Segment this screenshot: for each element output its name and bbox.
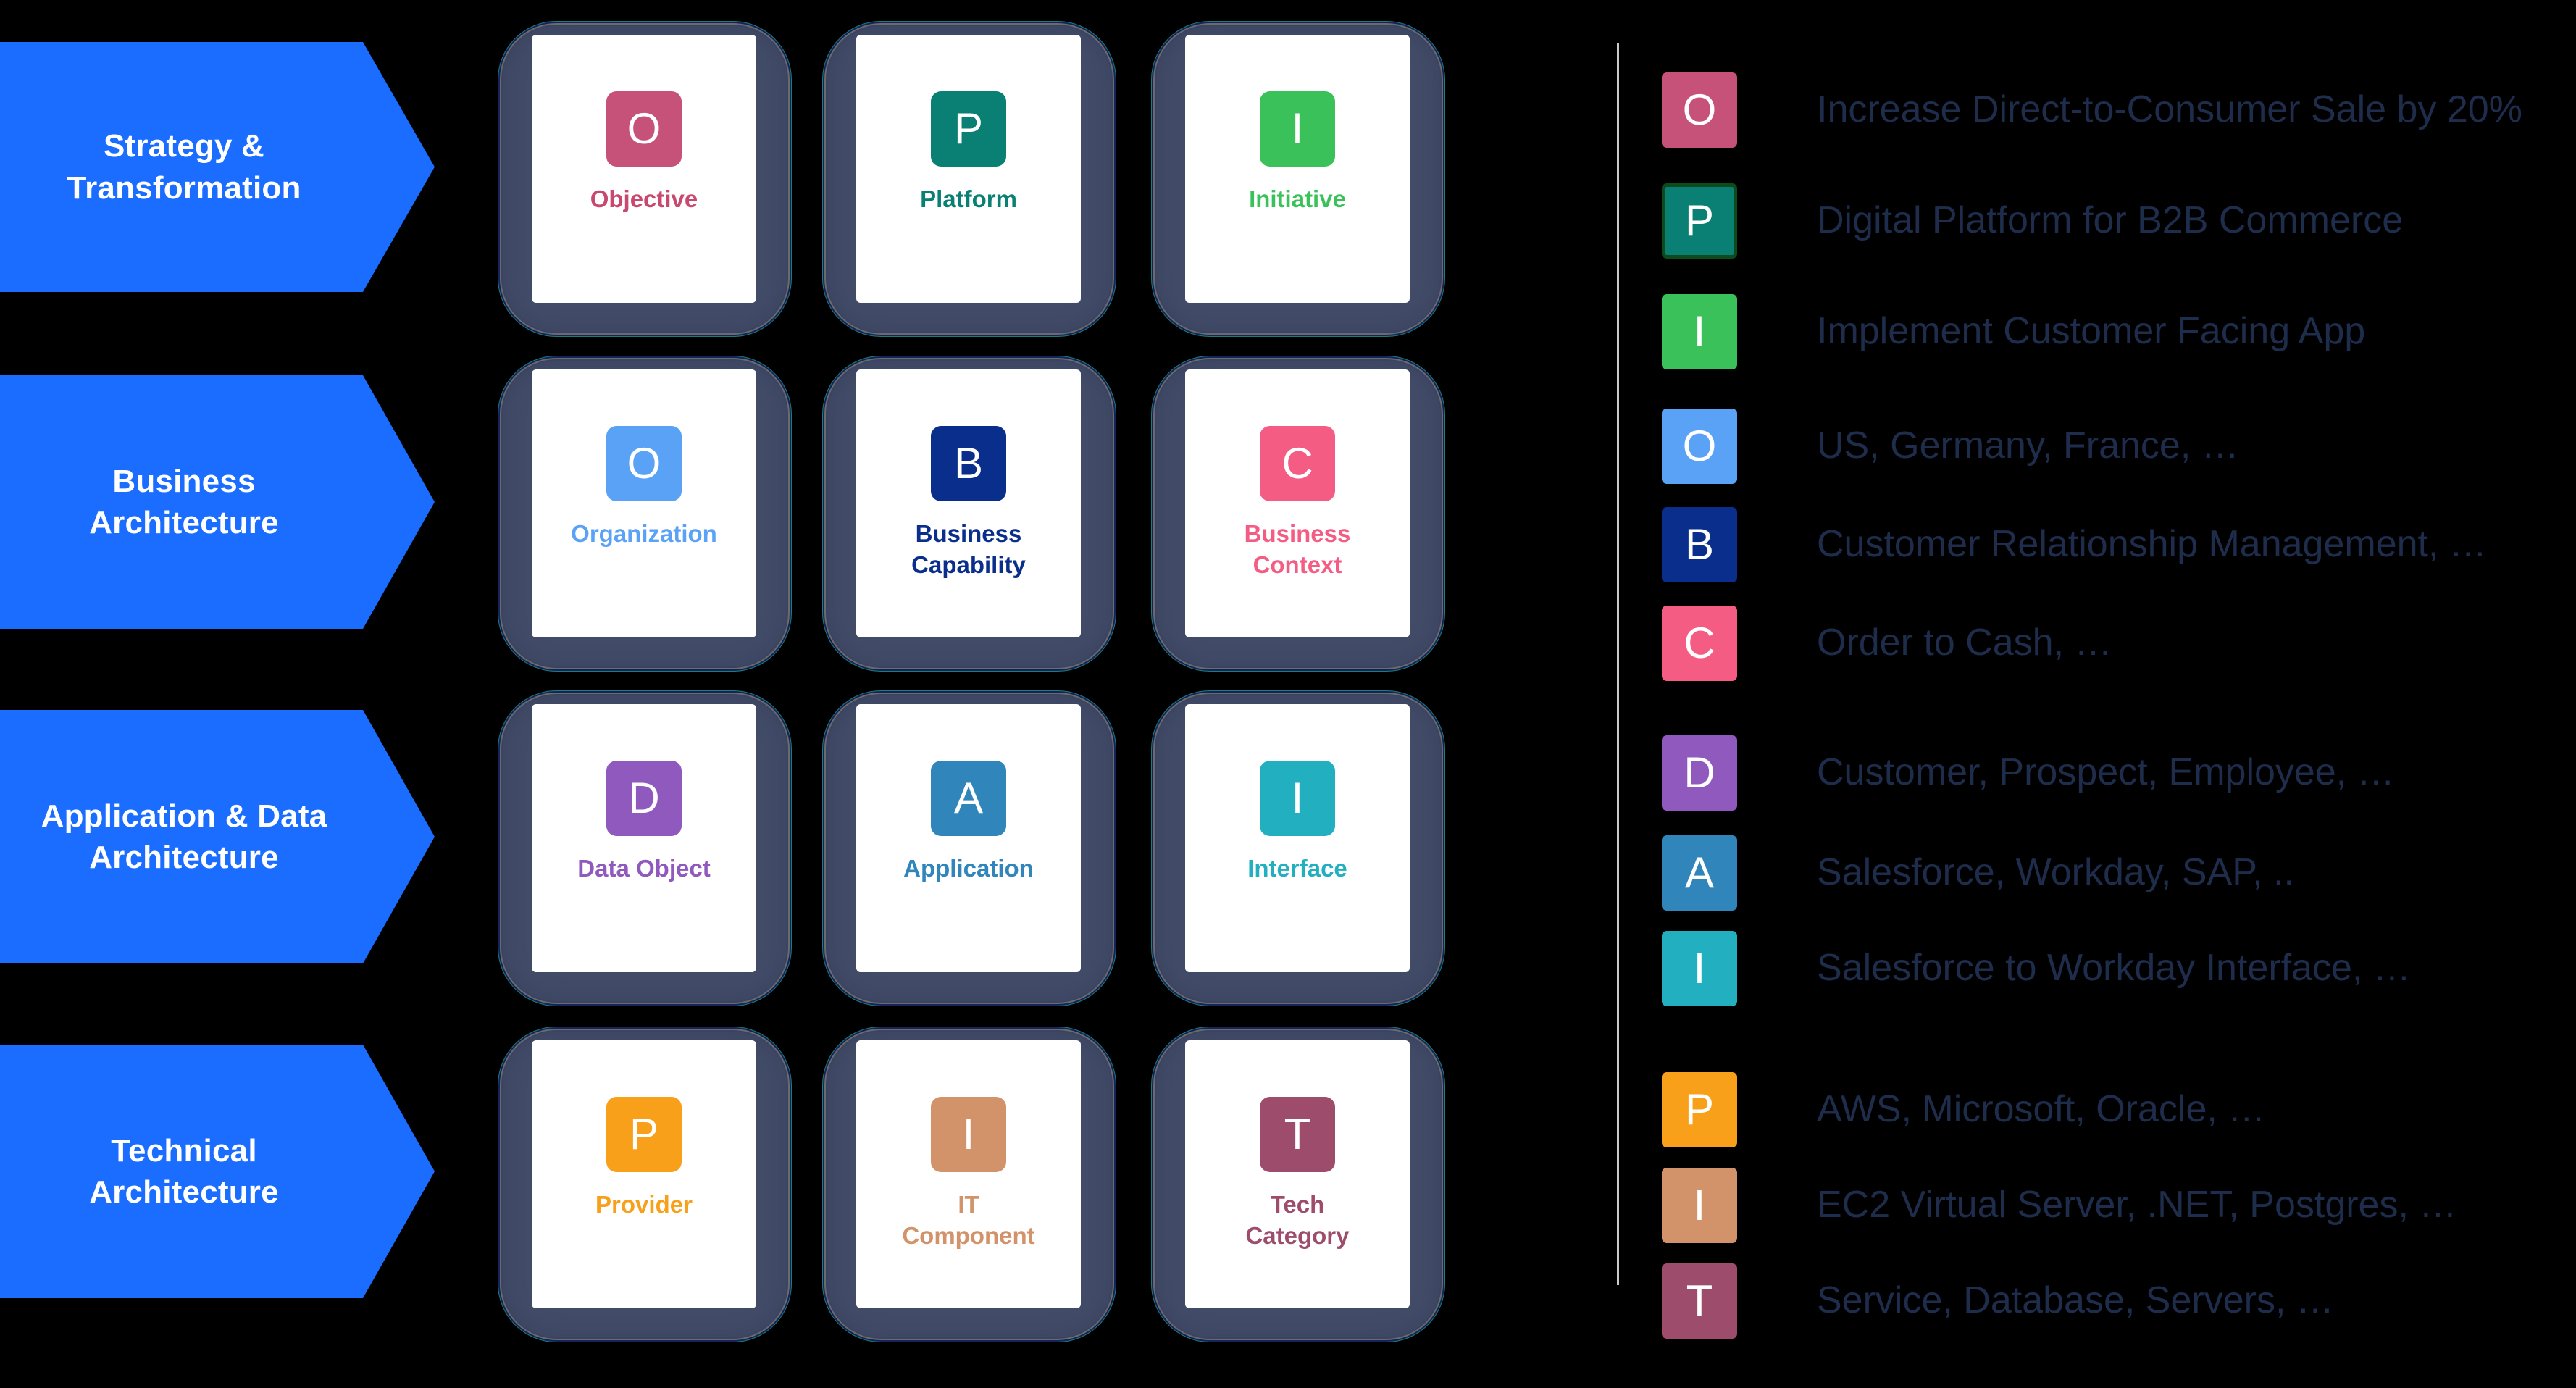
legend-item[interactable]: I EC2 Virtual Server, .NET, Postgres, …: [1662, 1168, 2456, 1243]
tech-category-badge-icon: T: [1260, 1097, 1335, 1172]
legend-item[interactable]: D Customer, Prospect, Employee, …: [1662, 735, 2395, 811]
card-cell[interactable]: T Tech Category: [1153, 1029, 1443, 1340]
legend-item[interactable]: C Order to Cash, …: [1662, 606, 2112, 681]
layer-arrow-label: Technical Architecture: [89, 1132, 279, 1210]
legend-item-label: Service, Database, Servers, …: [1817, 1279, 2334, 1322]
card-cell[interactable]: A Application: [824, 693, 1114, 1004]
organization-badge-icon: O: [606, 426, 682, 501]
legend-badge-icon: A: [1662, 835, 1737, 911]
legend-badge-icon: I: [1662, 294, 1737, 369]
layer-arrow-column: Strategy & Transformation Business Archi…: [0, 0, 449, 1388]
legend-badge-icon: B: [1662, 507, 1737, 582]
card-label: Data Object: [577, 855, 711, 882]
layer-arrow-label: Strategy & Transformation: [67, 128, 301, 206]
object-card-business-context[interactable]: C Business Context: [1185, 369, 1410, 637]
card-label: Platform: [920, 185, 1017, 212]
legend-badge-icon: P: [1662, 183, 1737, 259]
card-cell[interactable]: B Business Capability: [824, 358, 1114, 669]
layer-arrow-strategy-transformation[interactable]: Strategy & Transformation: [0, 42, 435, 292]
card-cell[interactable]: P Provider: [500, 1029, 790, 1340]
card-cell[interactable]: I Interface: [1153, 693, 1443, 1004]
legend-item[interactable]: O US, Germany, France, …: [1662, 409, 2239, 484]
application-badge-icon: A: [931, 761, 1006, 836]
legend-item-label: Salesforce to Workday Interface, …: [1817, 947, 2411, 990]
layer-arrow-label: Business Architecture: [89, 463, 279, 540]
object-card-objective[interactable]: O Objective: [532, 35, 756, 303]
card-label: Objective: [590, 185, 698, 212]
legend-badge-icon: O: [1662, 72, 1737, 148]
layer-arrow-technical-architecture[interactable]: Technical Architecture: [0, 1045, 435, 1298]
layer-arrow-application-data-architecture[interactable]: Application & Data Architecture: [0, 710, 435, 963]
legend-divider: [1617, 43, 1619, 1285]
legend-item-label: Salesforce, Workday, SAP, ..: [1817, 851, 2294, 894]
card-cell[interactable]: D Data Object: [500, 693, 790, 1004]
card-cell[interactable]: C Business Context: [1153, 358, 1443, 669]
object-card-business-capability[interactable]: B Business Capability: [856, 369, 1081, 637]
card-cell[interactable]: P Platform: [824, 23, 1114, 335]
layer-arrow-business-architecture[interactable]: Business Architecture: [0, 375, 435, 629]
card-cell[interactable]: O Organization: [500, 358, 790, 669]
legend-item-label: Order to Cash, …: [1817, 622, 2112, 664]
object-card-initiative[interactable]: I Initiative: [1185, 35, 1410, 303]
legend-item-label: Increase Direct-to-Consumer Sale by 20%: [1817, 88, 2522, 131]
legend-badge-icon: C: [1662, 606, 1737, 681]
legend-item-label: Customer Relationship Management, …: [1817, 523, 2487, 566]
legend-item-label: Digital Platform for B2B Commerce: [1817, 199, 2404, 242]
legend-item-label: EC2 Virtual Server, .NET, Postgres, …: [1817, 1184, 2457, 1226]
card-label: Organization: [571, 520, 717, 547]
legend-item-label: Implement Customer Facing App: [1817, 310, 2366, 353]
legend-badge-icon: D: [1662, 735, 1737, 811]
legend-panel: O Increase Direct-to-Consumer Sale by 20%…: [1617, 43, 2573, 1339]
object-card-data-object[interactable]: D Data Object: [532, 704, 756, 972]
card-label: Tech Category: [1245, 1191, 1350, 1249]
card-cell[interactable]: I IT Component: [824, 1029, 1114, 1340]
legend-badge-icon: P: [1662, 1072, 1737, 1147]
card-cell[interactable]: O Objective: [500, 23, 790, 335]
card-cell[interactable]: I Initiative: [1153, 23, 1443, 335]
legend-item[interactable]: P Digital Platform for B2B Commerce: [1662, 183, 2403, 259]
card-label: Business Context: [1244, 520, 1351, 578]
legend-badge-icon: O: [1662, 409, 1737, 484]
object-card-interface[interactable]: I Interface: [1185, 704, 1410, 972]
initiative-badge-icon: I: [1260, 91, 1335, 167]
legend-item[interactable]: A Salesforce, Workday, SAP, ..: [1662, 835, 2294, 911]
object-card-it-component[interactable]: I IT Component: [856, 1040, 1081, 1308]
it-component-badge-icon: I: [931, 1097, 1006, 1172]
legend-item[interactable]: T Service, Database, Servers, …: [1662, 1263, 2334, 1339]
card-label: Provider: [595, 1191, 693, 1218]
card-label: IT Component: [902, 1191, 1035, 1249]
card-label: Initiative: [1249, 185, 1346, 212]
card-label: Application: [903, 855, 1034, 882]
data-object-badge-icon: D: [606, 761, 682, 836]
platform-badge-icon: P: [931, 91, 1006, 167]
object-card-organization[interactable]: O Organization: [532, 369, 756, 637]
object-card-application[interactable]: A Application: [856, 704, 1081, 972]
legend-badge-icon: I: [1662, 931, 1737, 1006]
card-label: Interface: [1247, 855, 1347, 882]
business-context-badge-icon: C: [1260, 426, 1335, 501]
legend-item-label: US, Germany, France, …: [1817, 425, 2239, 467]
object-card-platform[interactable]: P Platform: [856, 35, 1081, 303]
object-card-provider[interactable]: P Provider: [532, 1040, 756, 1308]
legend-item-label: Customer, Prospect, Employee, …: [1817, 751, 2395, 794]
legend-item[interactable]: O Increase Direct-to-Consumer Sale by 20%: [1662, 72, 2522, 148]
card-label: Business Capability: [911, 520, 1026, 578]
legend-item[interactable]: I Implement Customer Facing App: [1662, 294, 2365, 369]
provider-badge-icon: P: [606, 1097, 682, 1172]
objective-badge-icon: O: [606, 91, 682, 167]
legend-item[interactable]: I Salesforce to Workday Interface, …: [1662, 931, 2411, 1006]
object-card-tech-category[interactable]: T Tech Category: [1185, 1040, 1410, 1308]
object-card-grid: O Objective P Platform I Initiative O Or…: [500, 23, 1449, 1371]
layer-arrow-label: Application & Data Architecture: [41, 798, 327, 875]
legend-badge-icon: I: [1662, 1168, 1737, 1243]
legend-badge-icon: T: [1662, 1263, 1737, 1339]
legend-item[interactable]: B Customer Relationship Management, …: [1662, 507, 2487, 582]
legend-item-label: AWS, Microsoft, Oracle, …: [1817, 1088, 2266, 1131]
interface-badge-icon: I: [1260, 761, 1335, 836]
business-capability-badge-icon: B: [931, 426, 1006, 501]
legend-item[interactable]: P AWS, Microsoft, Oracle, …: [1662, 1072, 2265, 1147]
